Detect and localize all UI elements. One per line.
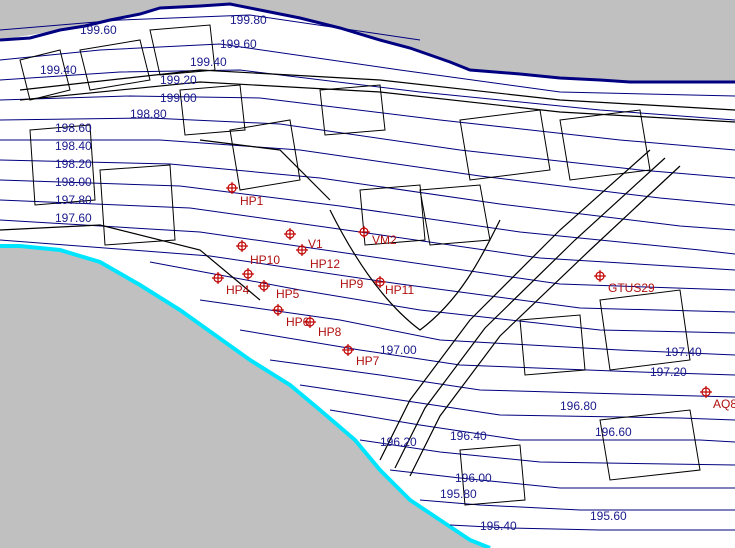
point-label-hp6: HP6 [286,315,310,329]
point-label-v1: V1 [308,237,323,251]
contour-label: 199.80 [230,13,267,27]
contour-label: 198.80 [130,107,167,121]
point-label-gtus29: GTUS29 [608,281,655,295]
contour-label: 196.20 [380,435,417,449]
contour-label: 199.60 [220,37,257,51]
contour-label: 195.80 [440,487,477,501]
point-label-hp4: HP4 [226,283,250,297]
contour-label: 199.40 [190,55,227,69]
contour-label: 197.40 [665,345,702,359]
point-label-vm2: VM2 [372,233,397,247]
point-label-hp1: HP1 [240,194,264,208]
point-label-hp10: HP10 [250,253,280,267]
contour-label: 198.00 [55,175,92,189]
contour-label: 196.00 [455,471,492,485]
contour-label: 197.00 [380,343,417,357]
contour-label: 197.80 [55,193,92,207]
contour-label: 199.20 [160,73,197,87]
point-label-aq8: AQ8 [713,397,735,411]
site-map: 199.80 199.60 199.60 199.40 199.40 199.2… [0,0,735,548]
contour-label: 199.60 [80,23,117,37]
contour-label: 195.40 [480,519,517,533]
contour-label: 197.60 [55,211,92,225]
contour-label: 198.60 [55,121,92,135]
point-label-hp5: HP5 [276,287,300,301]
contour-label: 196.40 [450,429,487,443]
contour-label: 198.40 [55,139,92,153]
contour-label: 198.20 [55,157,92,171]
contour-label: 196.80 [560,399,597,413]
contour-label: 199.40 [40,63,77,77]
point-label-hp12: HP12 [310,257,340,271]
contour-label: 197.20 [650,365,687,379]
point-label-hp9: HP9 [340,277,364,291]
contour-label: 199.00 [160,91,197,105]
point-label-hp11: HP11 [385,283,414,297]
point-label-hp8: HP8 [318,325,342,339]
contour-label: 196.60 [595,425,632,439]
point-label-hp7: HP7 [356,354,380,368]
contour-label: 195.60 [590,509,627,523]
